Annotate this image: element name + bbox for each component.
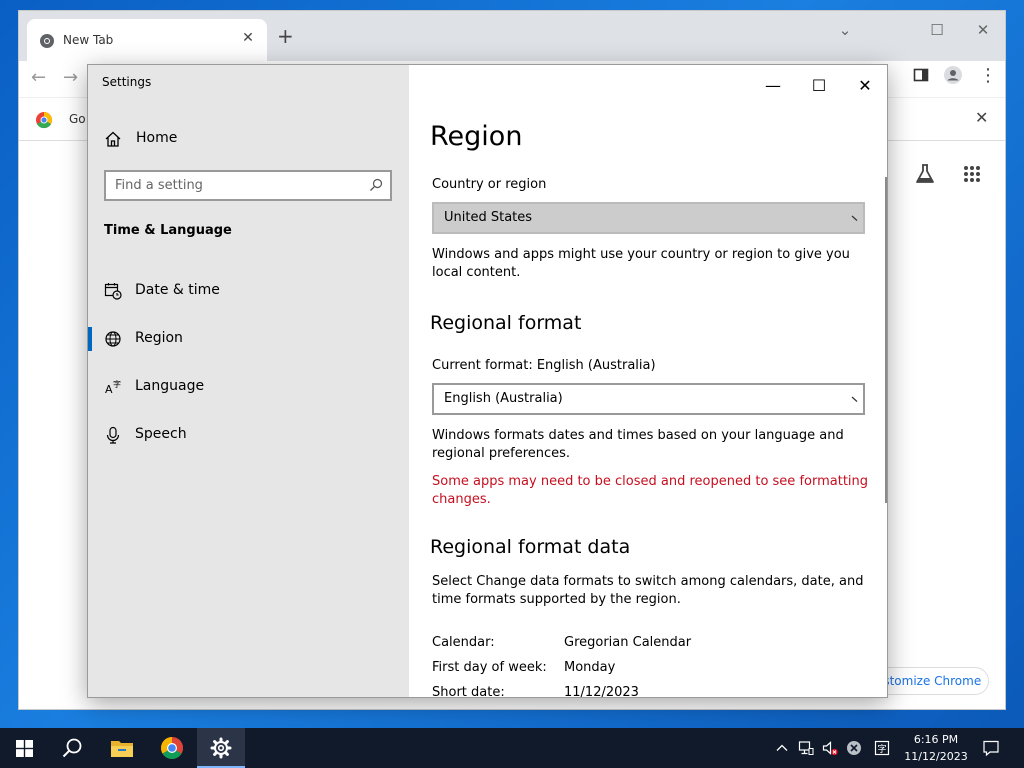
home-icon [105, 131, 121, 147]
format-data-key: Short date: [432, 685, 505, 698]
format-data-value: Monday [564, 660, 616, 675]
nav-item-language[interactable]: A 字 Language [88, 369, 409, 405]
taskbar-file-explorer[interactable] [98, 728, 146, 768]
chrome-tab-strip: New Tab ✕ + ⌄ ☐ ✕ [19, 11, 1005, 61]
format-data-description: Select Change data formats to switch amo… [432, 574, 864, 607]
chevron-down-icon [851, 215, 858, 221]
country-label: Country or region [432, 177, 547, 192]
taskbar-chrome[interactable] [148, 728, 196, 768]
nav-item-label: Date & time [135, 282, 220, 298]
regional-format-dropdown[interactable]: English (Australia) [432, 383, 865, 415]
nav-item-label: Speech [135, 426, 187, 442]
chrome-logo-icon [161, 737, 183, 759]
current-format-label: Current format: English (Australia) [432, 358, 656, 373]
tab-close-icon[interactable]: ✕ [239, 30, 257, 46]
maximize-icon[interactable]: ☐ [796, 71, 842, 101]
tab-title: New Tab [63, 33, 114, 47]
chrome-close-icon[interactable]: ✕ [971, 21, 995, 39]
format-data-value: 11/12/2023 [564, 685, 639, 698]
country-description: Windows and apps might use your country … [432, 247, 850, 280]
search-icon [62, 738, 82, 758]
chrome-menu-icon[interactable]: ⋮ [979, 65, 997, 86]
windows-logo-icon [16, 740, 33, 757]
start-button[interactable] [0, 728, 48, 768]
svg-text:A: A [105, 383, 113, 396]
tab-search-chevron-icon[interactable]: ⌄ [833, 21, 857, 39]
chrome-tab-new-tab[interactable]: New Tab ✕ [27, 19, 267, 61]
format-data-key: Calendar: [432, 635, 495, 650]
settings-nav-pane: Settings Home Time & Language Date [88, 65, 409, 697]
svg-text:字: 字 [878, 743, 887, 755]
back-arrow-icon[interactable]: ← [31, 67, 46, 88]
taskbar-settings[interactable] [197, 728, 245, 768]
nav-home-label: Home [136, 130, 178, 146]
country-dropdown-value: United States [444, 210, 533, 225]
country-dropdown[interactable]: United States [432, 202, 865, 234]
labs-flask-icon[interactable] [914, 163, 936, 185]
notification-x-icon[interactable] [846, 740, 862, 756]
new-tab-plus-icon[interactable]: + [277, 25, 294, 47]
microphone-icon [106, 426, 120, 444]
clock-time: 6:16 PM [913, 733, 959, 746]
google-logo-icon[interactable] [35, 111, 53, 129]
nav-item-label: Language [135, 378, 205, 394]
bookmark-label[interactable]: Go [69, 112, 86, 126]
profile-avatar-icon[interactable] [943, 65, 963, 85]
page-title: Region [430, 121, 523, 152]
nav-item-label: Region [135, 330, 183, 346]
nav-item-region[interactable]: Region [88, 321, 409, 357]
settings-search-box[interactable] [104, 170, 392, 201]
format-data-key: First day of week: [432, 660, 547, 675]
apps-grid-icon[interactable] [963, 165, 981, 183]
gear-icon [210, 737, 232, 759]
taskbar: 字 6:16 PM 11/12/2023 [0, 728, 1024, 768]
format-description: Windows formats dates and times based on… [432, 428, 844, 461]
taskbar-search-button[interactable] [48, 728, 96, 768]
folder-icon [111, 741, 133, 757]
chevron-up-icon[interactable] [774, 740, 790, 756]
settings-window: Settings Home Time & Language Date [87, 64, 888, 698]
calendar-clock-icon [104, 283, 122, 300]
regional-format-dropdown-value: English (Australia) [444, 391, 563, 406]
regional-format-heading: Regional format [430, 312, 582, 334]
chevron-down-icon [851, 396, 858, 402]
action-center-icon[interactable] [982, 739, 1000, 757]
forward-arrow-icon[interactable]: → [63, 67, 78, 88]
close-icon[interactable]: ✕ [842, 71, 887, 101]
search-icon[interactable] [369, 178, 383, 192]
globe-icon [105, 331, 121, 347]
nav-item-date-time[interactable]: Date & time [88, 273, 409, 309]
taskbar-clock[interactable]: 6:16 PM 11/12/2023 [902, 731, 970, 765]
nav-item-speech[interactable]: Speech [88, 417, 409, 453]
nav-section-title: Time & Language [104, 223, 232, 238]
language-icon: A 字 [105, 379, 121, 396]
regional-format-data-heading: Regional format data [430, 536, 631, 558]
minimize-icon[interactable]: — [750, 71, 796, 101]
content-scrollbar[interactable] [885, 177, 887, 503]
infobar-close-icon[interactable]: ✕ [975, 108, 988, 127]
side-panel-icon[interactable] [913, 67, 929, 83]
chrome-maximize-icon[interactable]: ☐ [925, 21, 949, 39]
settings-window-title: Settings [102, 75, 152, 89]
network-icon[interactable] [798, 740, 814, 756]
format-data-value: Gregorian Calendar [564, 635, 692, 650]
volume-muted-icon[interactable] [822, 740, 838, 756]
svg-text:字: 字 [113, 379, 121, 389]
clock-date: 11/12/2023 [904, 750, 968, 763]
settings-search-input[interactable] [106, 172, 356, 199]
format-warning: Some apps may need to be closed and reop… [432, 474, 869, 507]
customize-chrome-label: ıstomize Chrome [880, 674, 982, 688]
input-method-icon[interactable]: 字 [874, 740, 890, 756]
chrome-favicon-icon [40, 34, 54, 48]
settings-content-pane: — ☐ ✕ Region Country or region United St… [409, 65, 887, 698]
